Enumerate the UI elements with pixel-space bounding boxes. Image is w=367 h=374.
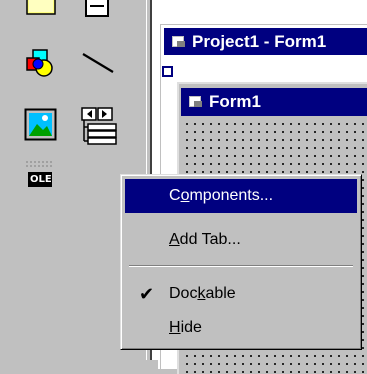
- ole-tool-icon[interactable]: OLE: [24, 158, 56, 190]
- shape-tool-icon[interactable]: [24, 48, 56, 80]
- ole-tool-text: OLE: [30, 174, 52, 185]
- menu-item-add-tab[interactable]: Add Tab...: [125, 223, 357, 257]
- textbox-tool-icon[interactable]: [80, 0, 114, 20]
- data-tool-icon[interactable]: [76, 106, 120, 146]
- selection-handle[interactable]: [162, 66, 173, 77]
- form-icon: [189, 96, 203, 108]
- image-tool-icon[interactable]: [24, 108, 58, 142]
- menu-separator: [129, 265, 353, 267]
- line-tool-icon[interactable]: [80, 50, 116, 76]
- context-menu: Components... Add Tab... ✔ Dockable Hide: [120, 174, 362, 350]
- menu-item-label: Hide: [169, 319, 202, 336]
- menu-item-label: Components...: [169, 187, 274, 204]
- form-icon: [172, 35, 186, 48]
- checkmark-icon: ✔: [139, 283, 155, 305]
- menu-item-label: Add Tab...: [169, 231, 241, 248]
- menu-item-label: Dockable: [169, 285, 236, 302]
- form-window-titlebar[interactable]: Form1: [181, 88, 367, 116]
- menu-item-dockable[interactable]: ✔ Dockable: [125, 277, 357, 311]
- label-tool-icon[interactable]: [24, 0, 60, 18]
- form-window-title: Form1: [209, 92, 261, 111]
- menu-item-components[interactable]: Components...: [125, 179, 357, 213]
- project-window-title: Project1 - Form1: [192, 31, 327, 51]
- project-window-titlebar[interactable]: Project1 - Form1: [164, 28, 367, 55]
- menu-item-hide[interactable]: Hide: [125, 311, 357, 345]
